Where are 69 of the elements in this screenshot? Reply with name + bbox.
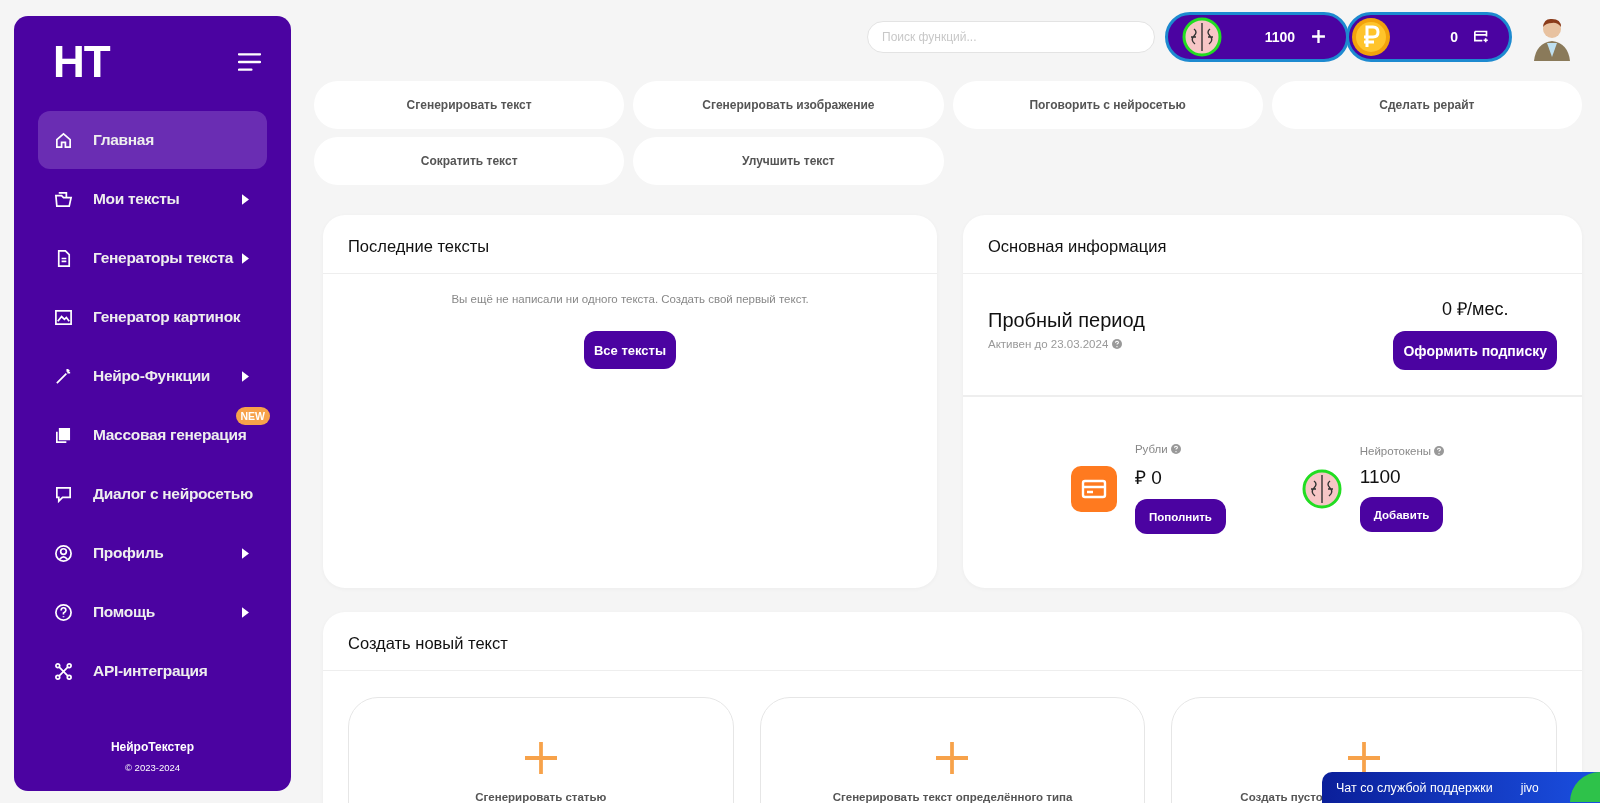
nav-item[interactable]: Помощь	[38, 583, 267, 641]
help-icon[interactable]	[1170, 444, 1181, 454]
person-icon	[54, 543, 73, 563]
balance-value: 1100	[1359, 466, 1401, 488]
nav-item[interactable]: API-интеграция	[38, 642, 267, 700]
nav-item[interactable]: Профиль	[38, 524, 267, 582]
subscribe-button[interactable]: Оформить подписку	[1393, 331, 1557, 370]
magic-wand-icon	[54, 366, 73, 386]
tokens-count: 1100	[1263, 28, 1295, 45]
price: 0 ₽/мес.	[1442, 298, 1509, 320]
create-option[interactable]: Сгенерировать текст определённого типа	[759, 697, 1146, 803]
chat-label: Чат со службой поддержки	[1336, 780, 1493, 795]
brand-name: НейроТекстер	[110, 740, 195, 754]
nav-item[interactable]: Мои тексты	[38, 170, 267, 228]
nav-item[interactable]: NEW Массовая генерация	[38, 406, 267, 464]
home-icon	[54, 130, 73, 150]
card-plus-icon[interactable]	[1474, 29, 1489, 44]
chat-icon	[54, 484, 73, 504]
balance-label: Рубли	[1134, 443, 1168, 455]
network-icon	[54, 661, 73, 681]
help-icon[interactable]	[1112, 339, 1123, 349]
tokens-balance[interactable]: 1100	[1165, 11, 1349, 62]
balance-label: Нейротокены	[1359, 445, 1432, 457]
copies-icon	[54, 425, 73, 445]
help-icon[interactable]	[1434, 446, 1445, 456]
chat-brand: jivo	[1520, 780, 1539, 795]
brain-icon	[1182, 16, 1222, 57]
card-title: Основная информация	[963, 215, 1582, 274]
top-up-button[interactable]: Добавить	[1359, 497, 1444, 532]
support-chat-button[interactable]: Чат со службой поддержки jivo	[1322, 772, 1600, 803]
help-icon	[54, 602, 73, 622]
plus-icon	[936, 742, 969, 774]
card-title: Последние тексты	[323, 215, 937, 274]
quick-action-button[interactable]: Сгенерировать изображение	[633, 81, 944, 129]
card-title: Создать новый текст	[323, 612, 1582, 671]
balance-value: ₽ 0	[1134, 466, 1162, 490]
logo[interactable]: НТ	[53, 37, 110, 87]
new-badge: NEW	[235, 407, 270, 425]
coin-icon	[1351, 16, 1391, 57]
active-until: Активен до 23.03.2024	[988, 338, 1109, 350]
nav-item[interactable]: Генераторы текста	[38, 229, 267, 287]
card-icon	[1070, 465, 1117, 512]
image-icon	[54, 307, 73, 327]
nav-item[interactable]: Нейро-Функции	[38, 347, 267, 405]
quick-action-button[interactable]: Сократить текст	[314, 137, 625, 185]
rubles-balance[interactable]: 0	[1346, 11, 1512, 62]
top-up-button[interactable]: Пополнить	[1134, 499, 1226, 534]
menu-icon[interactable]	[238, 52, 261, 72]
all-texts-button[interactable]: Все тексты	[583, 331, 677, 369]
copyright: © 2023-2024	[124, 762, 181, 773]
empty-message: Вы ещё не написали ни одного текста. Создать свой первый текст.	[451, 293, 809, 305]
plus-icon	[524, 742, 557, 774]
create-option[interactable]: Сгенерировать статью	[348, 697, 734, 803]
plus-icon	[1348, 742, 1381, 774]
plus-icon[interactable]	[1311, 29, 1326, 44]
brain-icon	[1301, 468, 1342, 509]
quick-action-button[interactable]: Улучшить текст	[633, 137, 944, 185]
nav-item[interactable]: Диалог с нейросетью	[38, 465, 267, 523]
quick-action-button[interactable]: Сделать рерайт	[1271, 81, 1582, 129]
nav-item[interactable]: Генератор картинок	[38, 288, 267, 346]
option-label: Создать пусто	[1240, 791, 1323, 803]
folder-icon	[54, 189, 73, 209]
rubles-count: 0	[1449, 28, 1458, 45]
nav-item[interactable]: Главная	[38, 111, 267, 169]
quick-action-button[interactable]: Поговорить с нейросетью	[952, 81, 1263, 129]
option-label: Сгенерировать статью	[475, 791, 607, 803]
quick-action-button[interactable]: Сгенерировать текст	[314, 81, 625, 129]
option-label: Сгенерировать текст определённого типа	[832, 791, 1073, 803]
plan-name: Пробный период	[988, 309, 1145, 332]
